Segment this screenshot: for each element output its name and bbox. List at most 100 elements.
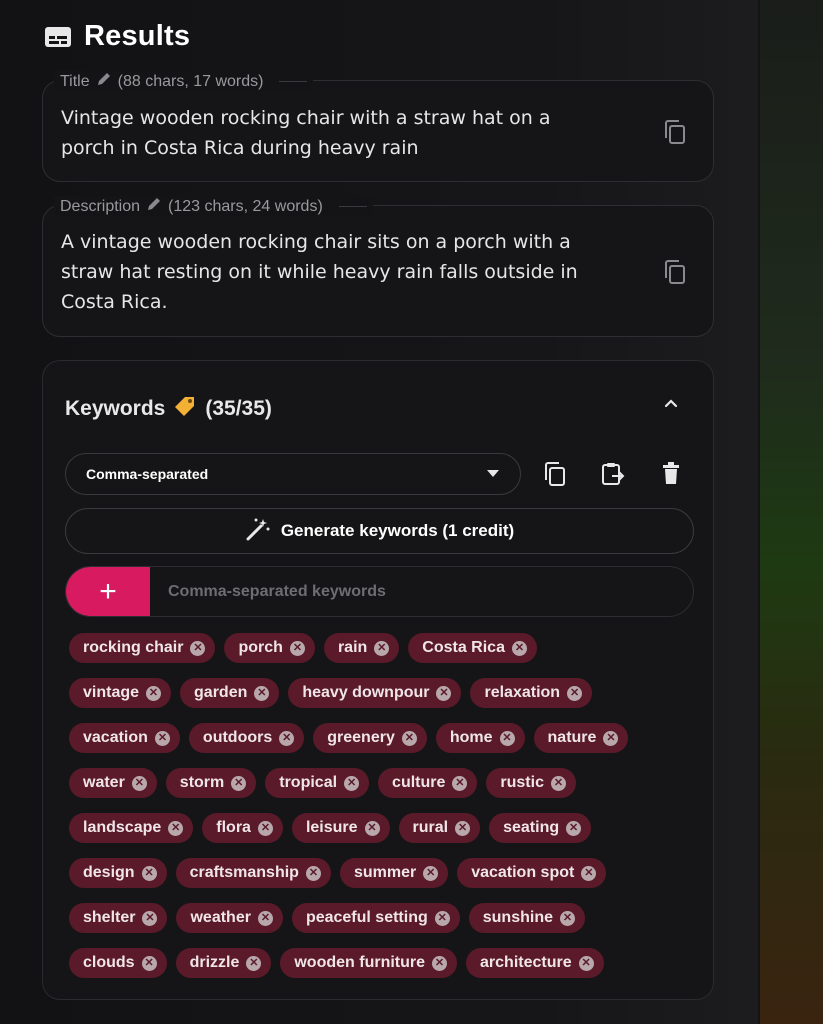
keyword-chip[interactable]: vacation ✕	[69, 723, 180, 753]
magic-wand-icon	[245, 517, 271, 546]
keyword-chip[interactable]: tropical ✕	[265, 768, 370, 798]
add-keyword-button[interactable]: +	[66, 567, 150, 616]
description-label: Description (123 chars, 24 words)	[54, 196, 373, 217]
keyword-chip[interactable]: sunshine ✕	[468, 903, 585, 933]
keyword-chip[interactable]: drizzle ✕	[175, 948, 272, 978]
keyword-chip[interactable]: water ✕	[69, 768, 157, 798]
description-text[interactable]: A vintage wooden rocking chair sits on a…	[61, 227, 578, 317]
keyword-chip[interactable]: craftsmanship ✕	[175, 858, 331, 888]
keyword-chip[interactable]: design ✕	[69, 858, 167, 888]
keyword-chip[interactable]: storm ✕	[165, 768, 257, 798]
remove-circle-icon[interactable]: ✕	[344, 775, 360, 791]
remove-circle-icon[interactable]: ✕	[401, 730, 417, 746]
keyword-chip[interactable]: rural ✕	[398, 813, 481, 843]
keyword-chip[interactable]: summer ✕	[339, 858, 449, 888]
keyword-chip[interactable]: shelter ✕	[69, 903, 168, 933]
paste-icon[interactable]	[600, 461, 626, 492]
keyword-chip[interactable]: rustic ✕	[486, 768, 576, 798]
remove-circle-icon[interactable]: ✕	[190, 640, 206, 656]
remove-circle-icon[interactable]: ✕	[578, 955, 594, 971]
remove-circle-icon[interactable]: ✕	[141, 865, 157, 881]
remove-circle-icon[interactable]: ✕	[559, 910, 575, 926]
keyword-chip[interactable]: vintage ✕	[69, 678, 172, 708]
remove-circle-icon[interactable]: ✕	[423, 865, 439, 881]
remove-circle-icon[interactable]: ✕	[154, 730, 170, 746]
remove-circle-icon[interactable]: ✕	[452, 775, 468, 791]
remove-circle-icon[interactable]: ✕	[603, 730, 619, 746]
remove-circle-icon[interactable]: ✕	[254, 685, 270, 701]
remove-circle-icon[interactable]: ✕	[434, 910, 450, 926]
keyword-chip[interactable]: clouds ✕	[69, 948, 167, 978]
copy-description-icon[interactable]	[663, 259, 687, 290]
keyword-chip[interactable]: architecture ✕	[466, 948, 604, 978]
keyword-chip[interactable]: relaxation ✕	[470, 678, 593, 708]
tag-icon	[173, 395, 197, 423]
keyword-chip[interactable]: vacation spot ✕	[457, 858, 607, 888]
keyword-chip[interactable]: outdoors ✕	[188, 723, 305, 753]
remove-circle-icon[interactable]: ✕	[142, 910, 158, 926]
remove-circle-icon[interactable]: ✕	[289, 640, 305, 656]
keyword-chip[interactable]: rain ✕	[323, 633, 400, 663]
chip-row: shelter ✕ weather ✕ peaceful setting ✕ sunshin…	[69, 903, 689, 933]
remove-circle-icon[interactable]: ✕	[550, 775, 566, 791]
description-field[interactable]: A vintage wooden rocking chair sits on a…	[42, 205, 714, 337]
remove-circle-icon[interactable]: ✕	[581, 865, 597, 881]
remove-circle-icon[interactable]: ✕	[141, 955, 157, 971]
keyword-chip-label: storm	[179, 774, 225, 791]
keyword-chip[interactable]: garden ✕	[180, 678, 280, 708]
keyword-chip[interactable]: culture ✕	[378, 768, 478, 798]
remove-circle-icon[interactable]: ✕	[168, 820, 184, 836]
keyword-chip[interactable]: rocking chair ✕	[69, 633, 216, 663]
remove-circle-icon[interactable]: ✕	[499, 730, 515, 746]
remove-circle-icon[interactable]: ✕	[511, 640, 527, 656]
keyword-chip[interactable]: weather ✕	[176, 903, 283, 933]
trash-icon[interactable]	[661, 461, 681, 490]
remove-circle-icon[interactable]: ✕	[455, 820, 471, 836]
keyword-chip[interactable]: flora ✕	[202, 813, 283, 843]
remove-circle-icon[interactable]: ✕	[364, 820, 380, 836]
chip-row: vintage ✕ garden ✕ heavy downpour ✕ relaxation…	[69, 678, 689, 708]
format-select[interactable]: Comma-separated	[65, 453, 521, 495]
keyword-input[interactable]: Comma-separated keywords	[168, 583, 386, 601]
remove-circle-icon[interactable]: ✕	[279, 730, 295, 746]
remove-circle-icon[interactable]: ✕	[436, 685, 452, 701]
keyword-chip-label: nature	[547, 729, 597, 746]
remove-circle-icon[interactable]: ✕	[257, 820, 273, 836]
remove-circle-icon[interactable]: ✕	[566, 820, 582, 836]
chip-row: landscape ✕ flora ✕ leisure ✕ rural ✕ seating ✕	[69, 813, 689, 843]
generate-keywords-button[interactable]: Generate keywords (1 credit)	[65, 508, 694, 554]
keyword-chip[interactable]: heavy downpour ✕	[288, 678, 462, 708]
remove-circle-icon[interactable]: ✕	[305, 865, 321, 881]
keyword-chip[interactable]: peaceful setting ✕	[291, 903, 460, 933]
remove-circle-icon[interactable]: ✕	[257, 910, 273, 926]
keyword-chip[interactable]: nature ✕	[533, 723, 629, 753]
results-header: Results	[44, 20, 190, 53]
chevron-up-icon[interactable]	[663, 395, 679, 416]
remove-circle-icon[interactable]: ✕	[146, 685, 162, 701]
remove-circle-icon[interactable]: ✕	[131, 775, 147, 791]
keyword-chip[interactable]: wooden furniture ✕	[280, 948, 458, 978]
keyword-chip[interactable]: Costa Rica ✕	[408, 633, 537, 663]
title-field[interactable]: Vintage wooden rocking chair with a stra…	[42, 80, 714, 182]
keyword-chip[interactable]: porch ✕	[224, 633, 315, 663]
pencil-icon[interactable]	[96, 71, 112, 92]
copy-keywords-icon[interactable]	[543, 461, 567, 492]
keyword-chip-label: architecture	[480, 954, 572, 971]
remove-circle-icon[interactable]: ✕	[567, 685, 583, 701]
keyword-chip[interactable]: landscape ✕	[69, 813, 194, 843]
remove-circle-icon[interactable]: ✕	[432, 955, 448, 971]
remove-circle-icon[interactable]: ✕	[246, 955, 262, 971]
keyword-chips: rocking chair ✕ porch ✕ rain ✕ Costa Rica ✕ vint…	[69, 633, 689, 993]
title-text[interactable]: Vintage wooden rocking chair with a stra…	[61, 103, 551, 163]
pencil-icon[interactable]	[146, 196, 162, 217]
keyword-chip-label: heavy downpour	[302, 684, 430, 701]
remove-circle-icon[interactable]: ✕	[374, 640, 390, 656]
keyword-chip-label: shelter	[83, 909, 136, 926]
keyword-chip[interactable]: seating ✕	[489, 813, 592, 843]
keyword-chip[interactable]: leisure ✕	[291, 813, 390, 843]
keyword-chip[interactable]: greenery ✕	[313, 723, 427, 753]
keyword-chip[interactable]: home ✕	[435, 723, 525, 753]
copy-title-icon[interactable]	[663, 119, 687, 150]
remove-circle-icon[interactable]: ✕	[231, 775, 247, 791]
results-panel: Results Vintage wooden rocking chair wit…	[0, 0, 758, 1024]
